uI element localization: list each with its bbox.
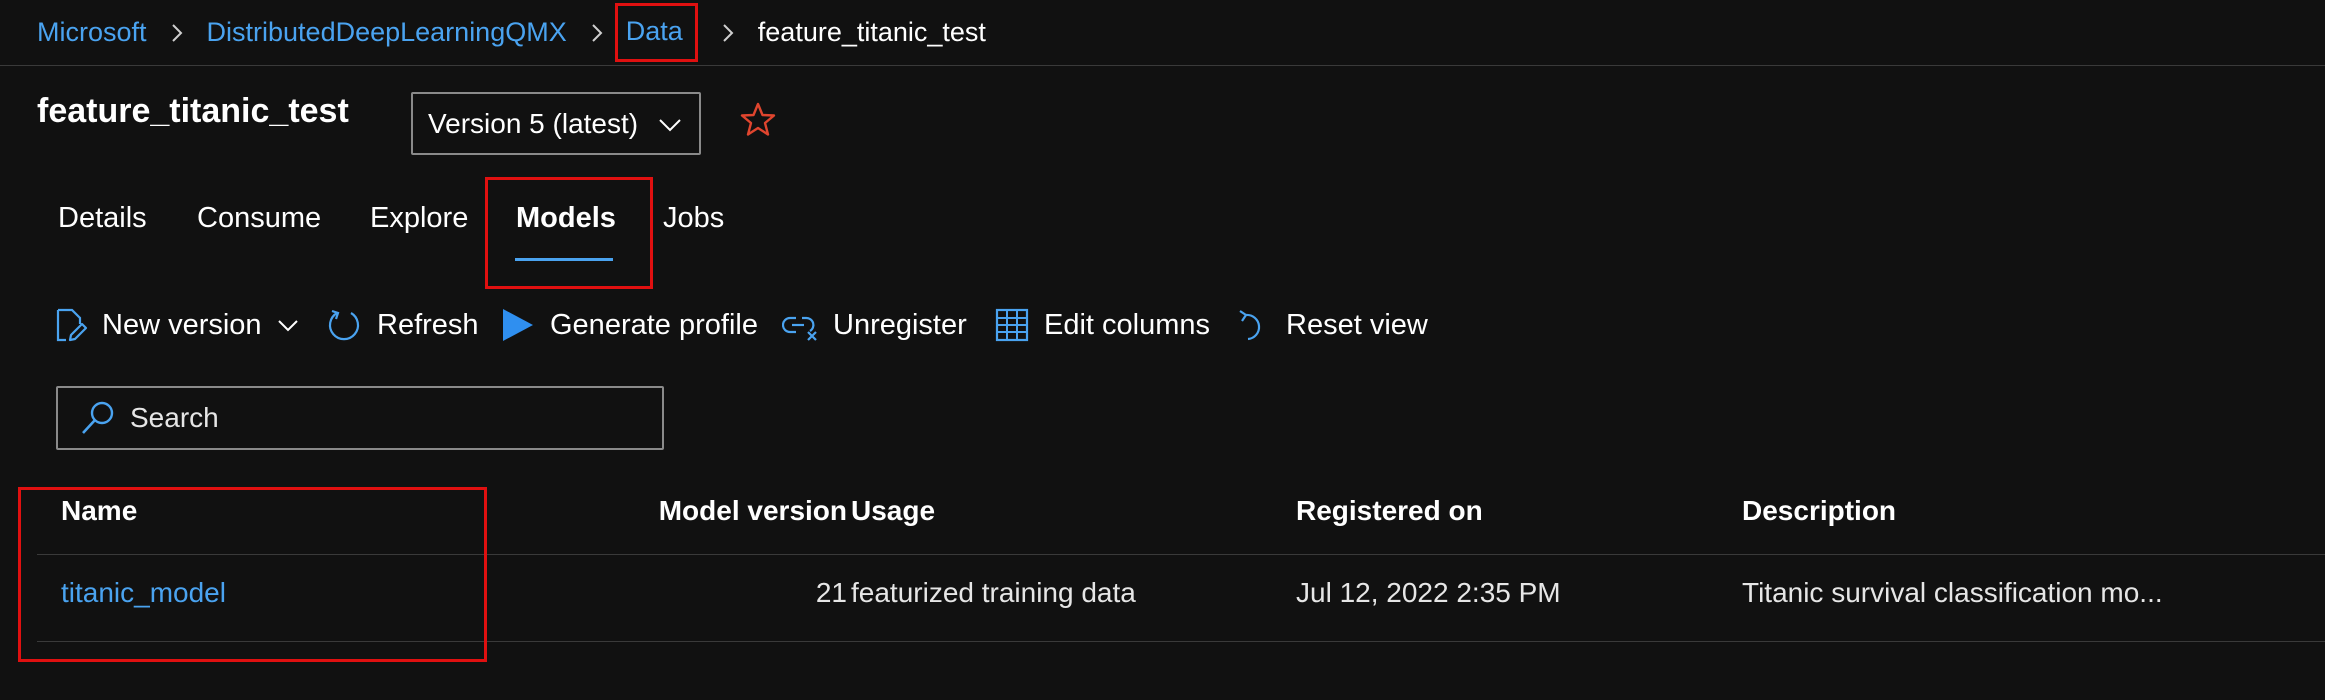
generate-profile-label: Generate profile — [550, 308, 758, 341]
search-icon — [82, 401, 114, 434]
dataset-models-page: Microsoft DistributedDeepLearningQMX Dat… — [0, 0, 2325, 700]
reset-view-label: Reset view — [1286, 308, 1428, 341]
usage-cell: featurized training data — [851, 577, 1136, 608]
column-header-description[interactable]: Description — [1742, 495, 1896, 527]
breadcrumb-item-microsoft[interactable]: Microsoft — [37, 17, 147, 48]
search-input[interactable] — [130, 402, 630, 434]
breadcrumb: Microsoft DistributedDeepLearningQMX Dat… — [0, 0, 2325, 66]
edit-document-icon — [56, 308, 88, 342]
command-bar: New version Refresh Generate profile Unr… — [0, 300, 1500, 350]
tab-explore[interactable]: Explore — [370, 202, 468, 235]
play-icon — [503, 309, 533, 341]
tab-bar: Details Consume Explore Models Jobs — [0, 177, 900, 290]
column-header-usage[interactable]: Usage — [851, 495, 935, 527]
version-dropdown-value: Version 5 (latest) — [428, 107, 639, 139]
column-header-registered-on[interactable]: Registered on — [1296, 495, 1483, 527]
tab-jobs[interactable]: Jobs — [663, 202, 724, 235]
chevron-right-icon — [147, 22, 207, 44]
reset-view-button[interactable]: Reset view — [1236, 300, 1428, 350]
search-box[interactable] — [56, 386, 664, 450]
column-header-model-version[interactable]: Model version — [659, 495, 847, 527]
unlink-icon — [782, 316, 817, 341]
undo-icon — [1239, 310, 1261, 341]
chevron-down-icon[interactable] — [276, 313, 300, 337]
model-version-cell: 21 — [815, 577, 847, 608]
tab-details[interactable]: Details — [58, 202, 147, 235]
generate-profile-button[interactable]: Generate profile — [500, 300, 758, 350]
unregister-label: Unregister — [833, 308, 967, 341]
new-version-label: New version — [102, 308, 262, 341]
edit-columns-label: Edit columns — [1044, 308, 1211, 341]
refresh-icon — [328, 309, 360, 341]
description-cell: Titanic survival classification mo... — [1742, 577, 2163, 608]
version-dropdown[interactable]: Version 5 (latest) — [411, 92, 701, 155]
page-title: feature_titanic_test — [37, 92, 349, 130]
registered-on-cell: Jul 12, 2022 2:35 PM — [1296, 577, 1561, 608]
tab-models-highlight — [485, 177, 653, 289]
tab-consume[interactable]: Consume — [197, 202, 321, 235]
unregister-button[interactable]: Unregister — [782, 300, 967, 350]
breadcrumb-item-data[interactable]: Data — [614, 3, 698, 62]
new-version-button[interactable]: New version — [52, 300, 300, 350]
chevron-right-icon — [698, 22, 758, 44]
table-columns-icon — [995, 308, 1029, 342]
breadcrumb-item-workspace[interactable]: DistributedDeepLearningQMX — [207, 17, 567, 48]
chevron-down-icon — [659, 119, 681, 132]
refresh-label: Refresh — [377, 308, 479, 341]
star-outline-icon[interactable] — [738, 100, 778, 140]
edit-columns-button[interactable]: Edit columns — [994, 300, 1210, 350]
breadcrumb-current: feature_titanic_test — [757, 17, 986, 47]
name-column-highlight — [18, 487, 487, 662]
refresh-button[interactable]: Refresh — [326, 300, 479, 350]
